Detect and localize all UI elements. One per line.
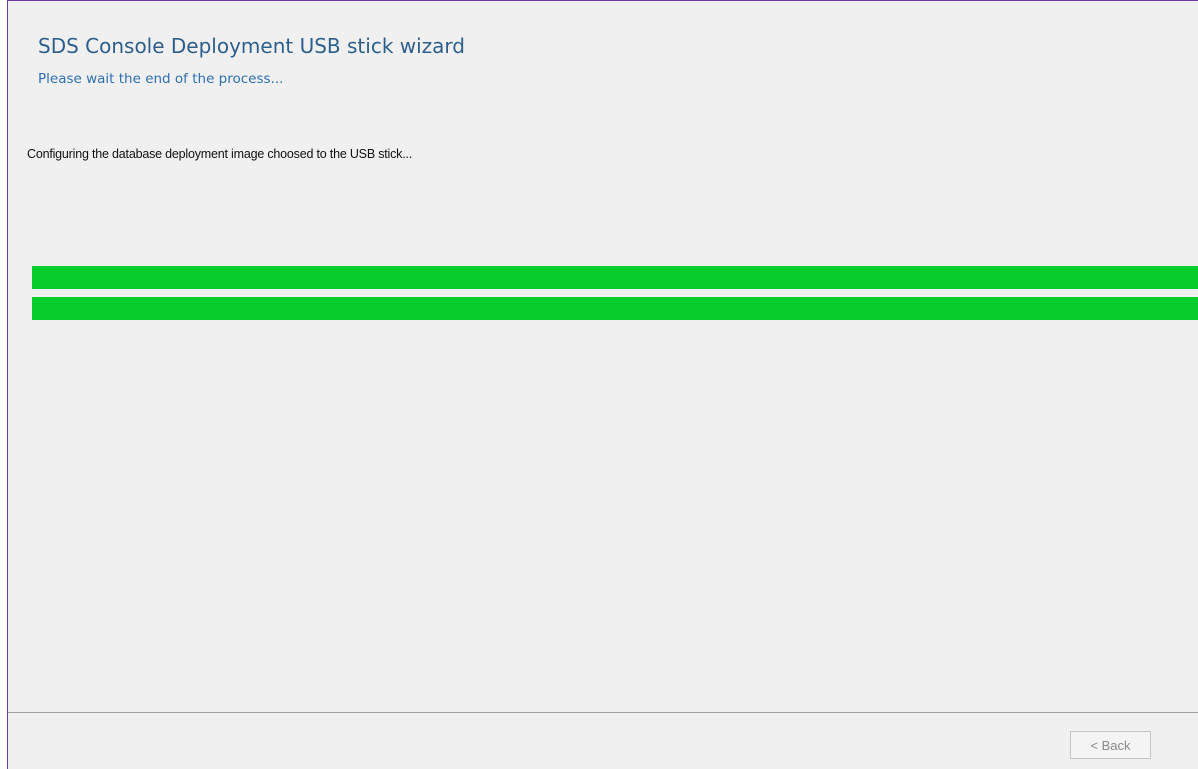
wizard-subtitle: Please wait the end of the process...	[38, 71, 284, 87]
footer-divider	[8, 712, 1198, 713]
wizard-title: SDS Console Deployment USB stick wizard	[38, 34, 465, 58]
status-message: Configuring the database deployment imag…	[27, 147, 413, 161]
overall-progress-fill	[32, 266, 1198, 289]
step-progress-fill	[32, 297, 1198, 320]
overall-progress-bar	[32, 266, 1198, 289]
wizard-window: SDS Console Deployment USB stick wizard …	[7, 0, 1198, 769]
step-progress-bar	[32, 297, 1198, 320]
back-button[interactable]: < Back	[1070, 731, 1151, 759]
